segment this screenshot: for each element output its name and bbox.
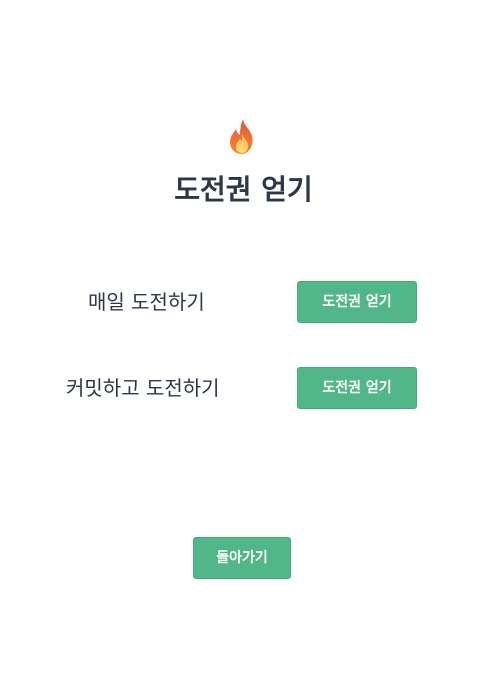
commit-challenge-label: 커밋하고 도전하기 [66,376,220,400]
commit-get-ticket-button[interactable]: 도전권 얻기 [297,367,417,409]
back-button[interactable]: 돌아가기 [193,537,291,579]
daily-challenge-label: 매일 도전하기 [88,290,205,314]
page-title: 도전권 얻기 [174,173,313,206]
fire-icon [230,119,253,154]
daily-get-ticket-button[interactable]: 도전권 얻기 [297,281,417,323]
